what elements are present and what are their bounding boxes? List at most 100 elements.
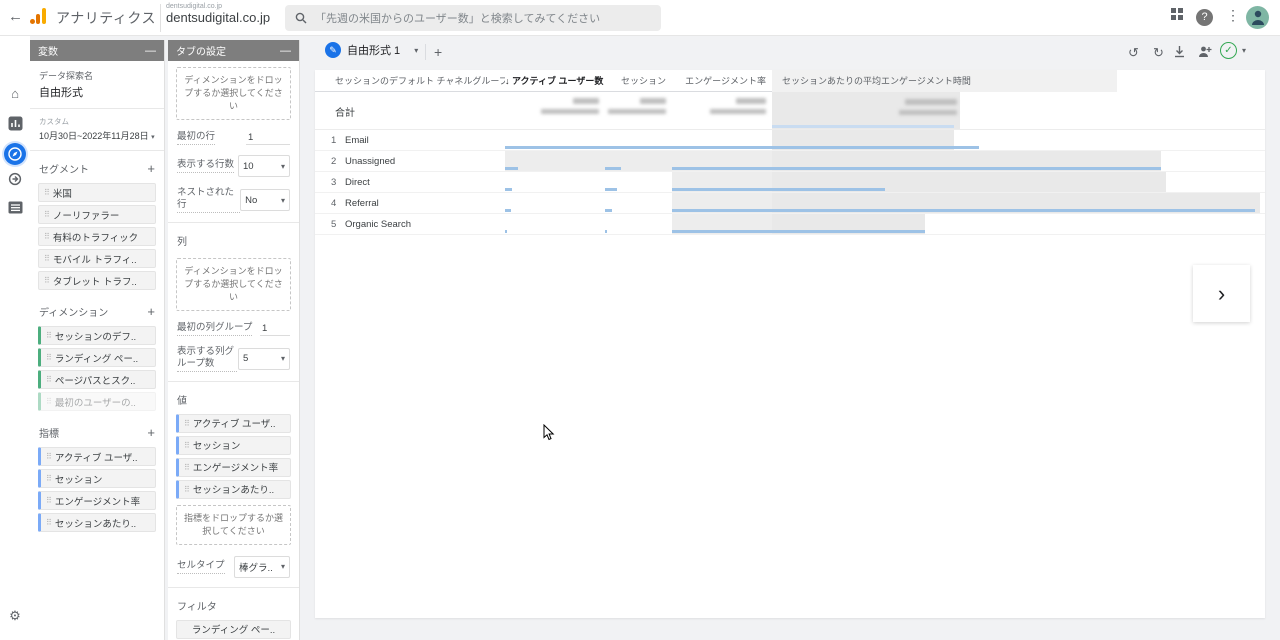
account-switcher[interactable]: dentsudigital.co.jp dentsudigital.co.jp: [166, 3, 270, 25]
minimize-icon[interactable]: —: [145, 45, 156, 57]
reports-icon[interactable]: [0, 116, 30, 136]
metric-bar: [672, 167, 772, 170]
segment-chip[interactable]: ⠿ノーリファラー: [38, 205, 156, 224]
segment-chip[interactable]: ⠿米国: [38, 183, 156, 202]
metric-cell: [672, 151, 772, 171]
show-col-groups-select[interactable]: 5▾: [238, 348, 290, 370]
back-arrow-icon[interactable]: ←: [8, 8, 23, 25]
table-row[interactable]: 1Email: [315, 130, 1265, 151]
table-total-row: 合計: [315, 92, 1265, 130]
metric-cell: [505, 214, 605, 234]
row-rank: 4: [331, 193, 345, 214]
metric-cell: [772, 151, 1265, 171]
metric-chip-label: エンゲージメント率: [55, 494, 140, 508]
kebab-menu-icon[interactable]: ⋮: [1222, 7, 1244, 24]
ga-explorations-app: ← アナリティクス dentsudigital.co.jp dentsudigi…: [0, 0, 1280, 640]
chevron-down-icon: ▾: [281, 162, 285, 171]
column-header-2[interactable]: セッション: [605, 70, 672, 92]
dimension-chip[interactable]: ⠿最初のユーザーの..: [38, 392, 156, 411]
cell-type-field: セルタイプ 棒グラ..▾: [168, 551, 299, 583]
cell-type-select[interactable]: 棒グラ..▾: [234, 556, 290, 578]
minimize-icon[interactable]: —: [280, 45, 291, 57]
dimensions-list: ⠿セッションのデフ.. ⠿ランディング ペー.. ⠿ページパスとスク.. ⠿最初のユー…: [30, 326, 164, 411]
total-metric-cell: [605, 92, 672, 129]
chevron-down-icon[interactable]: ▾: [414, 46, 418, 55]
column-header-1[interactable]: ↓ アクティブ ユーザー数: [505, 70, 605, 92]
apps-grid-icon[interactable]: [1166, 7, 1188, 24]
first-col-group-input[interactable]: 1: [260, 322, 290, 336]
column-header-4[interactable]: セッションあたりの平均エンゲージメント時間: [772, 70, 1265, 92]
show-rows-select[interactable]: 10▾: [238, 155, 290, 177]
home-icon[interactable]: ⌂: [0, 86, 30, 101]
segment-chip[interactable]: ⠿有料のトラフィック: [38, 227, 156, 246]
date-range-picker[interactable]: カスタム 10月30日~2022年11月28日 ▾: [30, 113, 164, 146]
next-page-button[interactable]: ›: [1193, 265, 1250, 322]
column-header-3[interactable]: エンゲージメント率: [672, 70, 772, 92]
account-name: dentsudigital.co.jp: [166, 11, 270, 25]
table-header-row: セッションのデフォルト チャネルグループ↓ アクティブ ユーザー数セッションエン…: [315, 70, 1265, 92]
value-chip[interactable]: ⠿アクティブ ユーザ..: [176, 414, 291, 433]
metric-chip[interactable]: ⠿セッションあたり..: [38, 513, 156, 532]
columns-drop-zone[interactable]: ディメンションをドロップするか選択してください: [176, 258, 291, 311]
nested-rows-select[interactable]: No▾: [240, 189, 290, 211]
row-rank: 2: [331, 151, 345, 172]
analytics-logo-icon[interactable]: [30, 8, 48, 29]
metric-chip-label: アクティブ ユーザ..: [55, 450, 138, 464]
user-avatar[interactable]: [1246, 6, 1269, 29]
metric-bar: [505, 209, 511, 212]
metric-chip[interactable]: ⠿アクティブ ユーザ..: [38, 447, 156, 466]
undo-icon[interactable]: ↺: [1128, 45, 1139, 61]
segment-chip[interactable]: ⠿タブレット トラフ..: [38, 271, 156, 290]
redacted-value: [640, 98, 666, 104]
add-dimension-icon[interactable]: +: [147, 304, 155, 319]
channel-cell: 3Direct: [315, 172, 505, 192]
value-chip[interactable]: ⠿セッション: [176, 436, 291, 455]
metric-chip-label: セッションあたり..: [55, 516, 136, 530]
metric-cell: [605, 130, 672, 150]
table-row[interactable]: 2Unassigned: [315, 151, 1265, 172]
first-row-input[interactable]: 1: [246, 131, 290, 145]
total-values: [710, 98, 766, 114]
drag-handle-icon: ⠿: [46, 375, 51, 384]
metric-chip[interactable]: ⠿セッション: [38, 469, 156, 488]
table-row[interactable]: 4Referral: [315, 193, 1265, 214]
metric-chip[interactable]: ⠿ エンゲージメント率: [38, 491, 156, 510]
admin-gear-icon[interactable]: ⚙: [0, 608, 30, 624]
tab-status-menu[interactable]: ✓ ▾: [1220, 42, 1246, 59]
row-rank: 1: [331, 130, 345, 151]
redo-icon[interactable]: ↻: [1153, 45, 1164, 61]
drag-handle-icon: ⠿: [46, 496, 51, 505]
person-icon: [1251, 9, 1265, 25]
metric-cell: [672, 172, 772, 192]
advertising-icon[interactable]: [0, 172, 30, 192]
dimension-chip[interactable]: ⠿ランディング ペー..: [38, 348, 156, 367]
dimension-chip[interactable]: ⠿ページパスとスク..: [38, 370, 156, 389]
values-section-header: 値: [168, 386, 299, 411]
add-tab-button[interactable]: +: [434, 44, 442, 60]
add-segment-icon[interactable]: +: [147, 161, 155, 176]
value-chip[interactable]: ⠿エンゲージメント率: [176, 458, 291, 477]
help-icon[interactable]: ?: [1196, 9, 1213, 26]
explore-icon-active[interactable]: [4, 143, 26, 165]
drag-handle-icon: ⠿: [184, 441, 189, 450]
value-chip[interactable]: ⠿セッションあたり..: [176, 480, 291, 499]
download-icon[interactable]: [1173, 45, 1186, 61]
dimension-chip[interactable]: ⠿セッションのデフ..: [38, 326, 156, 345]
filter-chip[interactable]: ランディング ペー..: [176, 620, 291, 639]
share-icon[interactable]: [1198, 45, 1213, 61]
rows-drop-zone[interactable]: ディメンションをドロップするか選択してください: [176, 67, 291, 120]
exploration-name-value[interactable]: 自由形式: [39, 84, 155, 100]
segment-chip[interactable]: ⠿モバイル トラフィ..: [38, 249, 156, 268]
search-input[interactable]: 「先週の米国からのユーザー数」と検索してみてください: [285, 5, 661, 31]
first-col-group-field: 最初の列グループ 1: [168, 317, 299, 341]
tab-freeform-1[interactable]: ✎ 自由形式 1 ▾: [325, 42, 418, 58]
table-row[interactable]: 5Organic Search: [315, 214, 1265, 235]
channel-name: Referral: [345, 198, 379, 209]
add-metric-icon[interactable]: +: [147, 425, 155, 440]
values-drop-zone[interactable]: 指標をドロップするか選択してください: [176, 505, 291, 545]
library-icon[interactable]: [0, 201, 30, 219]
table-row[interactable]: 3Direct: [315, 172, 1265, 193]
drag-handle-icon: ⠿: [46, 331, 51, 340]
column-header-0[interactable]: セッションのデフォルト チャネルグループ: [315, 70, 505, 92]
tab-label: 自由形式 1: [347, 42, 400, 58]
